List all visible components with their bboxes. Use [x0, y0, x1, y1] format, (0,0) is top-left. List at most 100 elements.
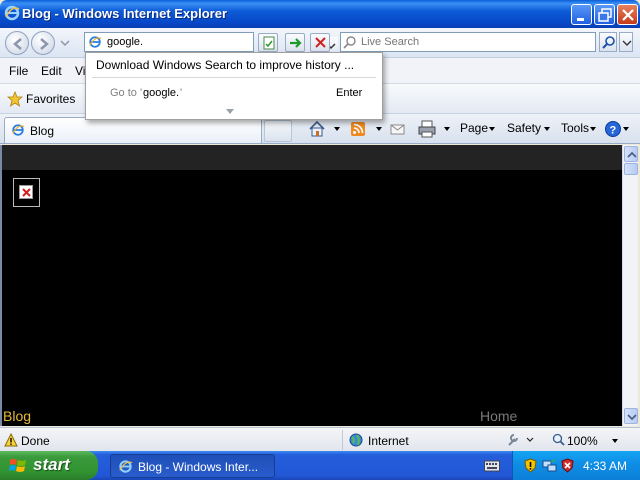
globe-icon: [349, 433, 363, 447]
enter-hint: Enter: [336, 87, 363, 99]
minimize-button[interactable]: [571, 4, 592, 25]
page-icon: [89, 36, 102, 48]
home-link[interactable]: Home: [480, 408, 517, 424]
download-windows-search-link[interactable]: Download Windows Search to improve histo…: [96, 58, 354, 72]
tab-blog[interactable]: Blog: [4, 117, 262, 143]
windows-logo-icon: [9, 459, 26, 472]
menu-view[interactable]: Vi: [75, 64, 85, 78]
menu-edit[interactable]: Edit: [41, 64, 62, 78]
back-button[interactable]: [5, 31, 29, 55]
address-autocomplete-popup: Download Windows Search to improve histo…: [85, 52, 383, 120]
zoom-icon: [552, 433, 565, 446]
stop-x-icon: [315, 37, 326, 48]
popup-divider: [92, 77, 376, 78]
goto-suffix[interactable]: ': [180, 87, 182, 99]
forward-arrow-icon: [40, 38, 49, 50]
menu-file[interactable]: File: [9, 64, 28, 78]
taskbar: start Blog - Windows Inter... 4:33 AM: [0, 451, 640, 480]
home-button[interactable]: [307, 119, 345, 139]
address-input[interactable]: [107, 36, 237, 48]
back-arrow-icon: [13, 38, 22, 50]
protected-mode-button[interactable]: [505, 431, 539, 449]
chevron-down-icon: [590, 127, 596, 131]
security-alert-icon[interactable]: [560, 458, 575, 473]
security-shield-icon[interactable]: [523, 458, 538, 473]
title-bar[interactable]: Blog - Windows Internet Explorer: [0, 0, 640, 28]
printer-icon: [418, 120, 436, 138]
chevron-down-icon: [444, 127, 450, 131]
mail-icon: [390, 124, 405, 135]
scroll-up-button[interactable]: [624, 146, 638, 162]
favorites-label[interactable]: Favorites: [26, 92, 75, 106]
read-mail-button[interactable]: [390, 119, 408, 139]
search-button[interactable]: [599, 32, 617, 52]
goto-value[interactable]: google.: [143, 87, 179, 99]
wrench-icon: [508, 434, 534, 446]
chevron-down-icon: [489, 127, 495, 131]
new-tab-button[interactable]: [264, 120, 292, 142]
page-header-strip: [2, 145, 622, 170]
chevron-down-icon: [334, 127, 340, 131]
chevron-down-icon: [623, 127, 629, 131]
close-button[interactable]: [617, 4, 638, 25]
close-icon: [622, 9, 634, 21]
feeds-button[interactable]: [350, 119, 385, 139]
minimize-icon: [577, 18, 584, 21]
arrow-down-icon: [627, 414, 637, 421]
blog-link[interactable]: Blog: [3, 408, 31, 424]
magnifier-icon: [602, 36, 615, 49]
start-label: start: [33, 455, 70, 474]
chevron-down-icon: [376, 127, 382, 131]
address-field[interactable]: [84, 32, 338, 55]
compatibility-button[interactable]: [258, 33, 278, 52]
start-button[interactable]: start: [0, 451, 98, 480]
svg-text:?: ?: [610, 125, 617, 137]
help-icon: ?: [605, 121, 621, 137]
network-icon[interactable]: [542, 458, 557, 473]
favorites-star-icon[interactable]: [7, 91, 23, 107]
internet-explorer-icon: [119, 460, 133, 473]
vertical-scrollbar[interactable]: [622, 145, 638, 426]
status-text: Done: [21, 434, 50, 448]
forward-button[interactable]: [31, 31, 55, 55]
goto-prefix[interactable]: Go to ': [110, 87, 142, 99]
page-menu-label: Page: [460, 121, 489, 135]
search-field[interactable]: [340, 32, 596, 52]
search-options-button[interactable]: [619, 32, 633, 52]
tools-menu-label: Tools: [561, 121, 590, 135]
security-zone[interactable]: Internet: [342, 430, 494, 450]
safety-menu-button[interactable]: Safety: [507, 119, 553, 139]
print-button[interactable]: [417, 119, 453, 139]
keyboard-icon[interactable]: [484, 459, 500, 472]
page-icon: [12, 124, 25, 136]
status-bar: Done Internet 100%: [0, 427, 640, 451]
tools-menu-button[interactable]: Tools: [561, 119, 599, 139]
clock: 4:33 AM: [583, 459, 628, 473]
maximize-button[interactable]: [594, 4, 615, 25]
home-icon: [309, 120, 325, 137]
recent-pages-dropdown-icon[interactable]: [60, 40, 70, 48]
zoom-button[interactable]: 100%: [550, 431, 630, 449]
window-title: Blog - Windows Internet Explorer: [22, 6, 228, 21]
search-input[interactable]: [361, 36, 581, 48]
stop-button[interactable]: [310, 33, 330, 52]
taskbar-ie-window-button[interactable]: Blog - Windows Inter...: [110, 454, 275, 478]
rss-feed-icon: [351, 122, 365, 136]
tab-label: Blog: [30, 124, 55, 138]
chevron-down-icon: [622, 40, 632, 46]
warning-icon: [4, 433, 18, 447]
scroll-thumb[interactable]: [624, 163, 638, 175]
system-tray: 4:33 AM: [512, 451, 640, 480]
broken-image-placeholder: [13, 178, 40, 207]
chevron-down-icon[interactable]: [225, 108, 235, 115]
go-arrow-icon: [290, 38, 302, 48]
page-compat-icon: [263, 36, 275, 50]
scroll-down-button[interactable]: [624, 408, 638, 424]
arrow-up-icon: [627, 151, 637, 158]
zoom-level: 100%: [567, 434, 598, 448]
go-button[interactable]: [285, 33, 305, 52]
page-menu-button[interactable]: Page: [460, 119, 498, 139]
internet-explorer-icon: [4, 5, 20, 21]
page-content[interactable]: Blog Home: [0, 145, 622, 426]
help-button[interactable]: ?: [604, 119, 632, 139]
